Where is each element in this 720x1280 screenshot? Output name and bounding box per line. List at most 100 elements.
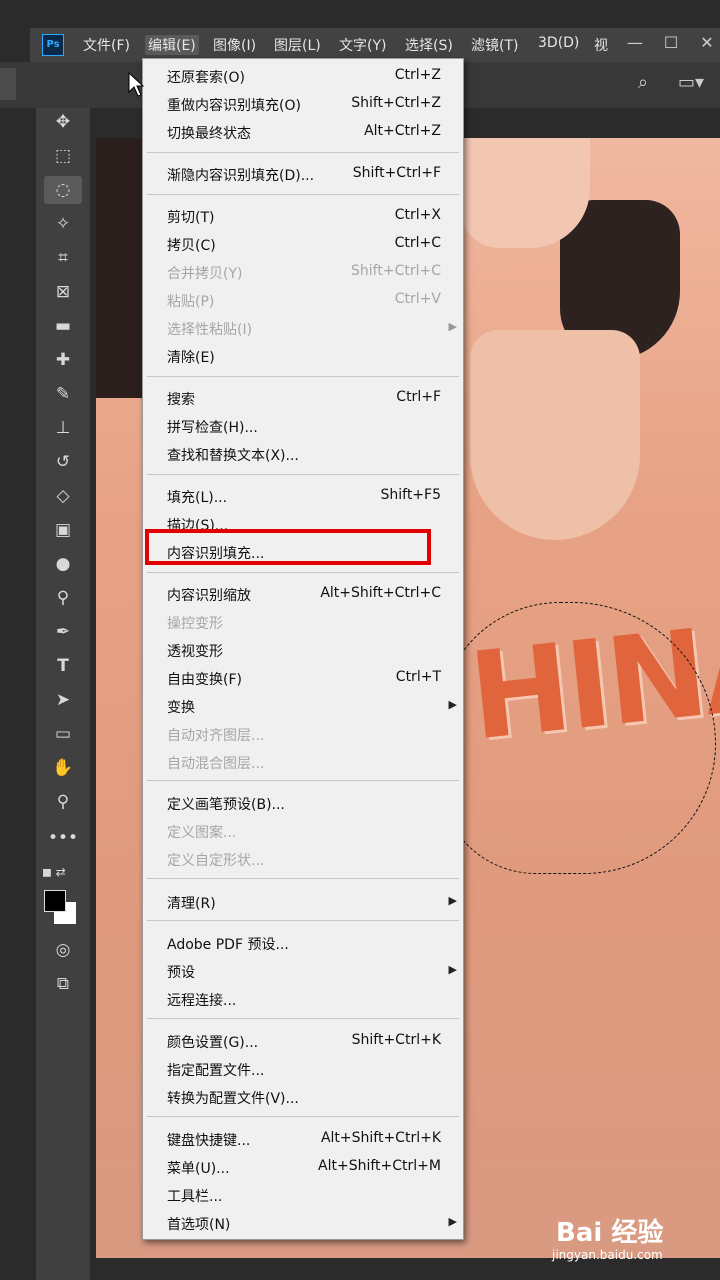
submenu-arrow-icon: ▶ [448,963,457,976]
menu-layer[interactable]: 图层(L) [274,35,321,55]
menu-item-content-aware-scale[interactable]: 内容识别缩放 Alt+Shift+Ctrl+C [143,580,463,608]
menu-item-redo[interactable]: 重做内容识别填充(O) Shift+Ctrl+Z [143,90,463,118]
menu-separator [147,152,459,153]
menu-item-copy-merged: 合并拷贝(Y) Shift+Ctrl+C [167,263,441,282]
menu-item-toggle-last-state[interactable]: 切换最终状态 Alt+Ctrl+Z [143,118,463,146]
menu-filter[interactable]: 滤镜(T) [471,35,518,55]
menu-separator [147,1018,459,1019]
menu-item-paste: 粘贴(P) Ctrl+V [167,291,441,310]
menu-item-free-transform[interactable]: 自由变换(F) Ctrl+T [143,664,463,692]
menu-item-define-pattern: 定义图案... [167,825,237,841]
menu-item-puppet-warp: 操控变形 [167,616,223,632]
menu-3d[interactable]: 3D(D) [538,35,579,51]
path-select-icon[interactable]: ➤ [44,686,82,714]
menu-item-auto-blend-layers: 自动混合图层... [167,756,265,772]
lasso-icon[interactable]: ◌ [44,176,82,204]
menu-item-preferences[interactable]: 首选项(N) ▶ [143,1209,463,1237]
blur-icon[interactable]: ● [44,550,82,578]
move-icon[interactable]: ✥ [44,108,82,136]
default-colors-icon[interactable]: ◼ ⇄ [42,858,80,886]
menu-item-toolbar[interactable]: 工具栏... [143,1181,463,1209]
more-icon[interactable]: ••• [44,824,82,852]
search-icon[interactable]: ⌕ [638,72,648,93]
type-icon[interactable]: T [44,652,82,680]
menu-separator [147,920,459,921]
dodge-icon[interactable]: ⚲ [44,584,82,612]
marquee-icon[interactable]: ⬚ [44,142,82,170]
submenu-arrow-icon: ▶ [448,320,457,333]
magic-wand-icon[interactable]: ✧ [44,210,82,238]
submenu-arrow-icon: ▶ [448,698,457,711]
quick-mask-icon[interactable]: ◎ [44,936,82,964]
history-brush-icon[interactable]: ↺ [44,448,82,476]
edit-menu-dropdown: 还原套索(O) Ctrl+Z 重做内容识别填充(O) Shift+Ctrl+Z 切换… [142,58,464,1240]
frame-icon[interactable]: ⊠ [44,278,82,306]
menu-bar: Ps 文件(F) 编辑(E) 图像(I) 图层(L) 文字(Y) 选择(S) 滤… [30,28,720,62]
workspace-icon[interactable]: ▭▾ [678,72,704,93]
tool-preset-picker[interactable] [0,68,16,100]
menu-item-find-replace[interactable]: 查找和替换文本(X)... [143,440,463,468]
menu-item-define-brush[interactable]: 定义画笔预设(B)... [143,789,463,817]
menu-item-fade[interactable]: 渐隐内容识别填充(D)... Shift+Ctrl+F [143,160,463,188]
menu-edit[interactable]: 编辑(E) [145,35,199,55]
foreground-color-swatch[interactable] [44,890,66,912]
menu-item-fill[interactable]: 填充(L)... Shift+F5 [143,482,463,510]
pen-icon[interactable]: ✒ [44,618,82,646]
menu-item-color-settings[interactable]: 颜色设置(G)... Shift+Ctrl+K [143,1027,463,1055]
menu-image[interactable]: 图像(I) [213,35,256,55]
crop-icon[interactable]: ⌗ [44,244,82,272]
menu-item-undo-lasso[interactable]: 还原套索(O) Ctrl+Z [143,62,463,90]
menu-item-convert-to-profile[interactable]: 转换为配置文件(V)... [143,1083,463,1111]
menu-separator [147,780,459,781]
brush-icon[interactable]: ✎ [44,380,82,408]
menu-separator [147,376,459,377]
menu-item-transform[interactable]: 变换 ▶ [143,692,463,720]
stamp-icon[interactable]: ⊥ [44,414,82,442]
submenu-arrow-icon: ▶ [448,1215,457,1228]
menu-item-assign-profile[interactable]: 指定配置文件... [143,1055,463,1083]
menu-item-auto-align-layers: 自动对齐图层... [167,728,265,744]
rectangle-icon[interactable]: ▭ [44,720,82,748]
photo-hand [460,138,590,248]
cursor-icon [128,72,144,97]
menu-view[interactable]: 视 [594,35,608,55]
menu-separator [147,572,459,573]
close-icon[interactable]: ✕ [686,28,720,62]
menu-item-check-spelling[interactable]: 拼写检查(H)... [143,412,463,440]
ruler-icon[interactable]: ▬ [44,312,82,340]
menu-separator [147,194,459,195]
submenu-arrow-icon: ▶ [448,894,457,907]
baidu-watermark: Bai 经验 [556,1218,664,1248]
eraser-icon[interactable]: ◇ [44,482,82,510]
menu-item-adobe-pdf-presets[interactable]: Adobe PDF 预设... [143,929,463,957]
menu-item-perspective-warp[interactable]: 透视变形 [143,636,463,664]
menu-type[interactable]: 文字(Y) [339,35,386,55]
tools-panel: ✥ ⬚ ◌ ✧ ⌗ ⊠ ▬ ✚ ✎ ⊥ ↺ ◇ ▣ ● ⚲ ✒ T ➤ ▭ ✋ … [36,108,90,1280]
highlight-box [145,529,431,565]
menu-item-copy[interactable]: 拷贝(C) Ctrl+C [143,230,463,258]
menu-item-menus[interactable]: 菜单(U)... Alt+Shift+Ctrl+M [143,1153,463,1181]
menu-separator [147,878,459,879]
photo-hair [96,138,144,398]
healing-icon[interactable]: ✚ [44,346,82,374]
menu-item-presets[interactable]: 预设 ▶ [143,957,463,985]
hand-icon[interactable]: ✋ [44,754,82,782]
menu-item-paste-special: 选择性粘贴(I) ▶ [167,320,457,338]
menu-item-keyboard-shortcuts[interactable]: 键盘快捷键... Alt+Shift+Ctrl+K [143,1125,463,1153]
photo-neck [470,330,640,540]
gradient-icon[interactable]: ▣ [44,516,82,544]
menu-separator [147,474,459,475]
menu-item-remote-connections[interactable]: 远程连接... [143,985,463,1013]
menu-file[interactable]: 文件(F) [83,35,130,55]
zoom-icon[interactable]: ⚲ [44,788,82,816]
menu-item-define-custom-shape: 定义自定形状... [167,853,265,869]
menu-item-purge[interactable]: 清理(R) ▶ [143,888,463,916]
baidu-watermark-url: jingyan.baidu.com [552,1248,663,1262]
menu-item-clear[interactable]: 清除(E) [143,342,463,370]
photoshop-logo: Ps [42,34,64,56]
screen-mode-icon[interactable]: ⧉ [44,970,82,998]
menu-item-search[interactable]: 搜索 Ctrl+F [143,384,463,412]
menu-item-cut[interactable]: 剪切(T) Ctrl+X [143,202,463,230]
menu-select[interactable]: 选择(S) [405,35,453,55]
menu-separator [147,1116,459,1117]
